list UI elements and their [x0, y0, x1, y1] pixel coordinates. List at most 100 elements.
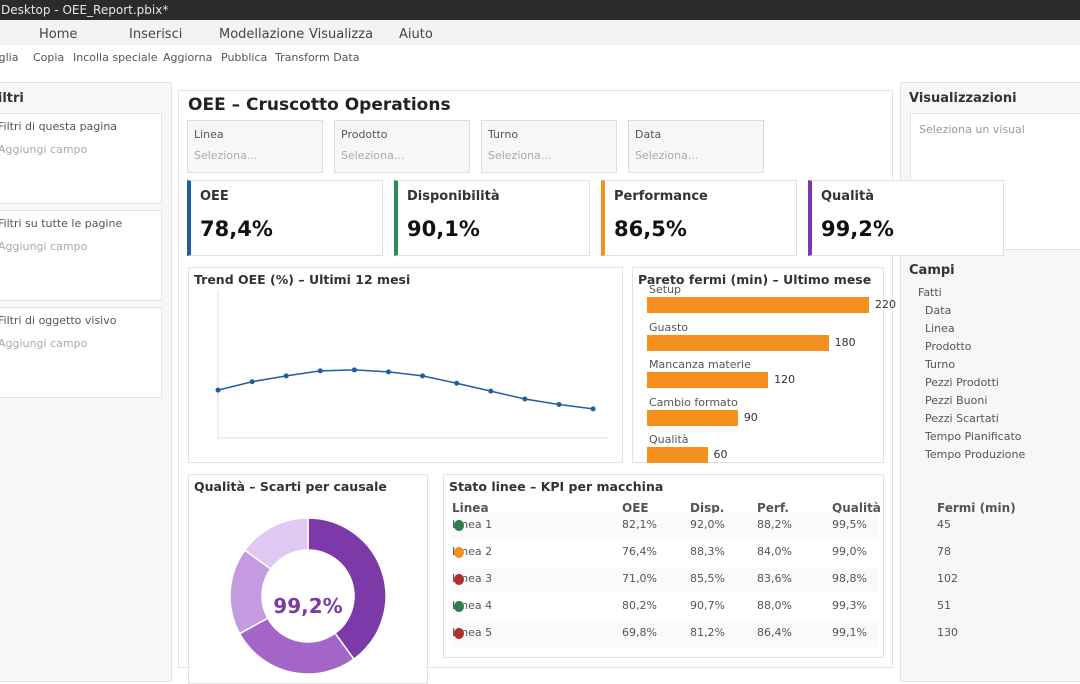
table-cell: 76,4% [622, 545, 657, 558]
kpi-card-oee[interactable]: OEE 78,4% [187, 180, 383, 256]
add-field-placeholder[interactable]: Aggiungi campo [0, 337, 87, 350]
table-cell: 71,0% [622, 572, 657, 585]
table-cell: 84,0% [757, 545, 792, 558]
bar-category-label: Qualità [649, 433, 689, 446]
filter-section-all-pages[interactable]: Filtri su tutte le pagine Aggiungi campo [0, 210, 162, 301]
pareto-bar[interactable] [647, 297, 869, 313]
kpi-label: Qualità [821, 189, 874, 204]
status-dot-icon [454, 574, 464, 585]
slicer-placeholder[interactable]: Seleziona... [488, 149, 551, 162]
copy-button[interactable]: Copia [33, 51, 64, 64]
table-cell: 102 [937, 572, 958, 585]
kpi-value: 86,5% [614, 217, 687, 241]
field-item[interactable]: Pezzi Prodotti [925, 376, 999, 389]
table-row[interactable] [452, 567, 878, 593]
field-table-fatti[interactable]: Fatti [918, 286, 942, 299]
field-item[interactable]: Tempo Pianificato [925, 430, 1022, 443]
add-field-placeholder[interactable]: Aggiungi campo [0, 143, 87, 156]
field-item[interactable]: Tempo Produzione [925, 448, 1025, 461]
pareto-bar[interactable] [647, 334, 829, 351]
donut-chart-card[interactable]: Qualità – Scarti per causale [188, 474, 428, 684]
filter-section-visual[interactable]: Filtri di oggetto visivo Aggiungi campo [0, 307, 162, 398]
field-item[interactable]: Pezzi Buoni [925, 394, 987, 407]
kpi-card-qualita[interactable]: Qualità 99,2% [808, 180, 1004, 256]
kpi-card-performance[interactable]: Performance 86,5% [601, 180, 797, 256]
slicer-placeholder[interactable]: Seleziona... [635, 149, 698, 162]
table-cell: 69,8% [622, 626, 657, 639]
slicer-label: Turno [488, 128, 519, 141]
kpi-value: 78,4% [200, 217, 273, 241]
table-row[interactable] [452, 594, 878, 620]
status-dot-icon [454, 601, 464, 612]
status-dot-icon [454, 520, 464, 531]
slicer-placeholder[interactable]: Seleziona... [341, 149, 404, 162]
table-cell: 99,3% [832, 599, 867, 612]
table-cell: 99,5% [832, 518, 867, 531]
table-cell: 88,3% [690, 545, 725, 558]
table-cell: 99,1% [832, 626, 867, 639]
field-item[interactable]: Data [925, 304, 951, 317]
filter-section-title: Filtri su tutte le pagine [0, 217, 123, 230]
add-field-placeholder[interactable]: Aggiungi campo [0, 240, 87, 253]
slicer-label: Data [635, 128, 662, 141]
report-title: OEE – Cruscotto Operations [188, 95, 451, 115]
publish-button[interactable]: Pubblica [221, 51, 267, 64]
trend-chart-card[interactable]: Trend OEE (%) – Ultimi 12 mesi [188, 267, 623, 463]
bar-category-label: Mancanza materie [649, 358, 751, 371]
slicer-prodotto[interactable]: Prodotto Seleziona... [334, 120, 470, 173]
table-cell: 85,5% [690, 572, 725, 585]
table-cell: 99,0% [832, 545, 867, 558]
table-cell: 78 [937, 545, 951, 558]
table-cell: 88,2% [757, 518, 792, 531]
donut-center-value: 99,2% [273, 594, 343, 618]
field-item[interactable]: Pezzi Scartati [925, 412, 999, 425]
bar-value-label: 60 [713, 448, 728, 461]
transform-data-button[interactable]: Transform Data [275, 51, 359, 64]
filter-section-page[interactable]: Filtri di questa pagina Aggiungi campo [0, 113, 162, 204]
pareto-bar[interactable] [647, 447, 708, 463]
bar-value-label: 220 [875, 298, 896, 311]
pareto-bar[interactable] [647, 372, 769, 388]
refresh-button[interactable]: Aggiorna [163, 51, 212, 64]
table-row[interactable] [452, 621, 878, 647]
kpi-label: OEE [200, 189, 229, 204]
kpi-label: Disponibilità [407, 189, 500, 204]
filter-section-title: Filtri di oggetto visivo [0, 314, 117, 327]
visualizations-pane: Visualizzazioni Seleziona un visual Camp… [900, 82, 1080, 682]
kpi-value: 90,1% [407, 217, 480, 241]
bar-category-label: Cambio formato [649, 395, 738, 409]
filter-section-title: Filtri di questa pagina [0, 120, 118, 133]
chart-title: Trend OEE (%) – Ultimi 12 mesi [194, 272, 411, 287]
table-cell: 83,6% [757, 572, 792, 585]
fields-title: Campi [909, 263, 955, 278]
field-item[interactable]: Linea [925, 322, 955, 335]
table-header[interactable]: Fermi (min) [937, 501, 1016, 515]
title-bar: Desktop - OEE_Report.pbix* [0, 0, 1080, 20]
field-item[interactable]: Turno [925, 358, 955, 371]
table-row[interactable] [452, 540, 878, 566]
slicer-label: Linea [194, 128, 224, 141]
table-row[interactable] [452, 513, 878, 539]
chart-title: Qualità – Scarti per causale [194, 479, 387, 494]
bar-category-label: Setup [649, 283, 682, 296]
cut-button[interactable]: Taglia [0, 51, 18, 64]
slicer-data[interactable]: Data Seleziona... [628, 120, 764, 173]
table-cell: 88,0% [757, 599, 792, 612]
slicer-turno[interactable]: Turno Seleziona... [481, 120, 617, 173]
slicer-linea[interactable]: Linea Seleziona... [187, 120, 323, 173]
field-item[interactable]: Prodotto [925, 340, 972, 353]
filters-title: Filtri [0, 91, 24, 106]
status-dot-icon [454, 547, 464, 558]
paste-special-button[interactable]: Incolla speciale [73, 51, 158, 64]
bar-value-label: 180 [834, 335, 856, 349]
table-cell: 82,1% [622, 518, 657, 531]
table-cell: 51 [937, 599, 951, 612]
slicer-placeholder[interactable]: Seleziona... [194, 149, 257, 162]
pareto-bar[interactable] [647, 409, 738, 426]
table-cell: 92,0% [690, 518, 725, 531]
bar-value-label: 120 [774, 373, 796, 386]
kpi-card-disponibilita[interactable]: Disponibilità 90,1% [394, 180, 590, 256]
table-cell: 81,2% [690, 626, 725, 639]
visualizations-title: Visualizzazioni [909, 91, 1017, 106]
table-cell: 45 [937, 518, 951, 531]
